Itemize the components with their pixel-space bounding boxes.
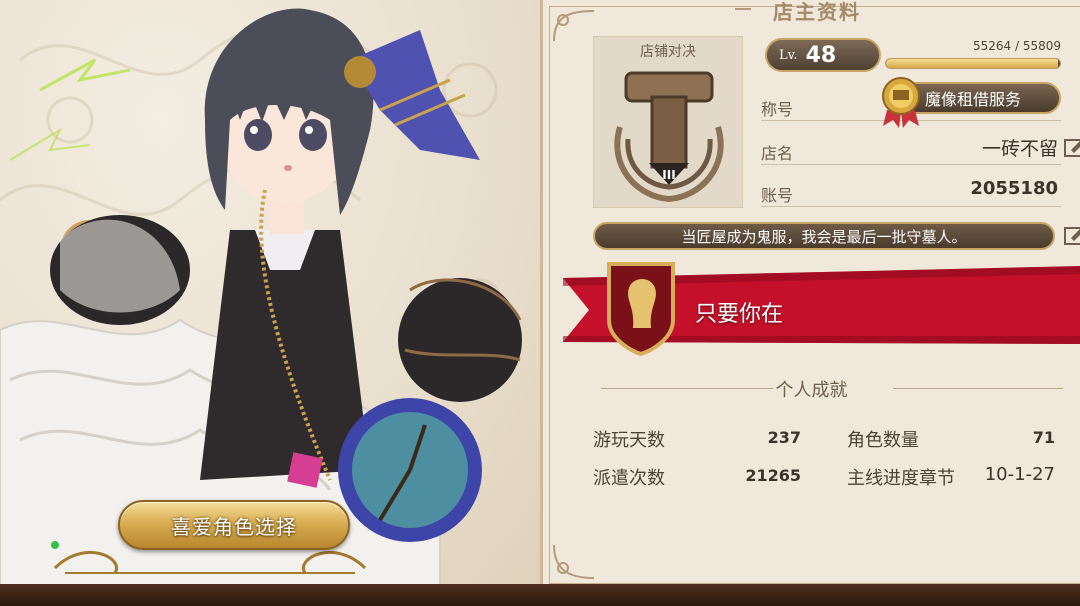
character-art-area: 喜爱角色选择: [0, 0, 540, 590]
divider: [761, 164, 1061, 165]
shop-name-label: 店名: [761, 144, 794, 163]
stat-value: 21265: [745, 466, 801, 485]
stat-label: 主线进度章节: [847, 468, 955, 489]
shop-duel-title: 店铺对决: [640, 44, 696, 60]
medal-icon: [882, 77, 920, 128]
corner-ornament-icon: [553, 10, 595, 42]
stat-value: 10-1-27: [984, 464, 1055, 485]
favorite-character-select-label: 喜爱角色选择: [171, 514, 297, 539]
level-label: Lv.: [779, 47, 798, 63]
stat-label: 游玩天数: [593, 430, 665, 451]
rank-numeral: III: [662, 168, 675, 182]
lion-crest-icon: [607, 262, 675, 357]
panel-title: 店主资料: [773, 0, 861, 24]
account-value: 2055180: [970, 178, 1058, 199]
achievements-title: 个人成就: [775, 380, 848, 401]
bottom-bar: [0, 584, 1080, 606]
shop-duel-card[interactable]: 店铺对决 III: [593, 36, 743, 208]
title-label: 称号: [761, 100, 794, 119]
profile-panel: 店主资料 店铺对决 III Lv. 48 55264 / 55809 称号 魔像…: [540, 0, 1080, 590]
stat-label: 派遣次数: [593, 468, 665, 489]
exp-bar-fill: [886, 59, 1059, 68]
exp-text: 55264 / 55809: [972, 39, 1061, 53]
exp-bar: [885, 58, 1061, 69]
level-value: 48: [805, 42, 837, 68]
ribbon-banner: [563, 262, 1080, 357]
golem-rental-service-label: 魔像租借服务: [925, 90, 1022, 109]
motto-text: 当匠屋成为鬼服，我会是最后一批守墓人。: [681, 227, 967, 246]
edit-shop-name-icon[interactable]: [1063, 134, 1080, 160]
title-ornament-icon: [735, 8, 751, 10]
stat-label: 角色数量: [847, 430, 919, 451]
edit-motto-icon[interactable]: [1063, 222, 1080, 248]
shop-name-value: 一砖不留: [981, 138, 1058, 160]
hammer-rank-emblem-icon: III: [614, 71, 724, 203]
favorite-character-select-button[interactable]: 喜爱角色选择: [118, 500, 350, 550]
stat-value: 71: [1032, 428, 1055, 447]
stat-value: 237: [767, 428, 801, 447]
ribbon-text: 只要你在: [695, 302, 784, 327]
corner-ornament-icon: [553, 544, 595, 579]
account-label: 账号: [761, 186, 794, 205]
motto-bar: 当匠屋成为鬼服，我会是最后一批守墓人。: [593, 222, 1055, 250]
divider: [893, 388, 1063, 389]
level-badge: Lv. 48: [765, 38, 881, 72]
divider: [761, 206, 1061, 207]
